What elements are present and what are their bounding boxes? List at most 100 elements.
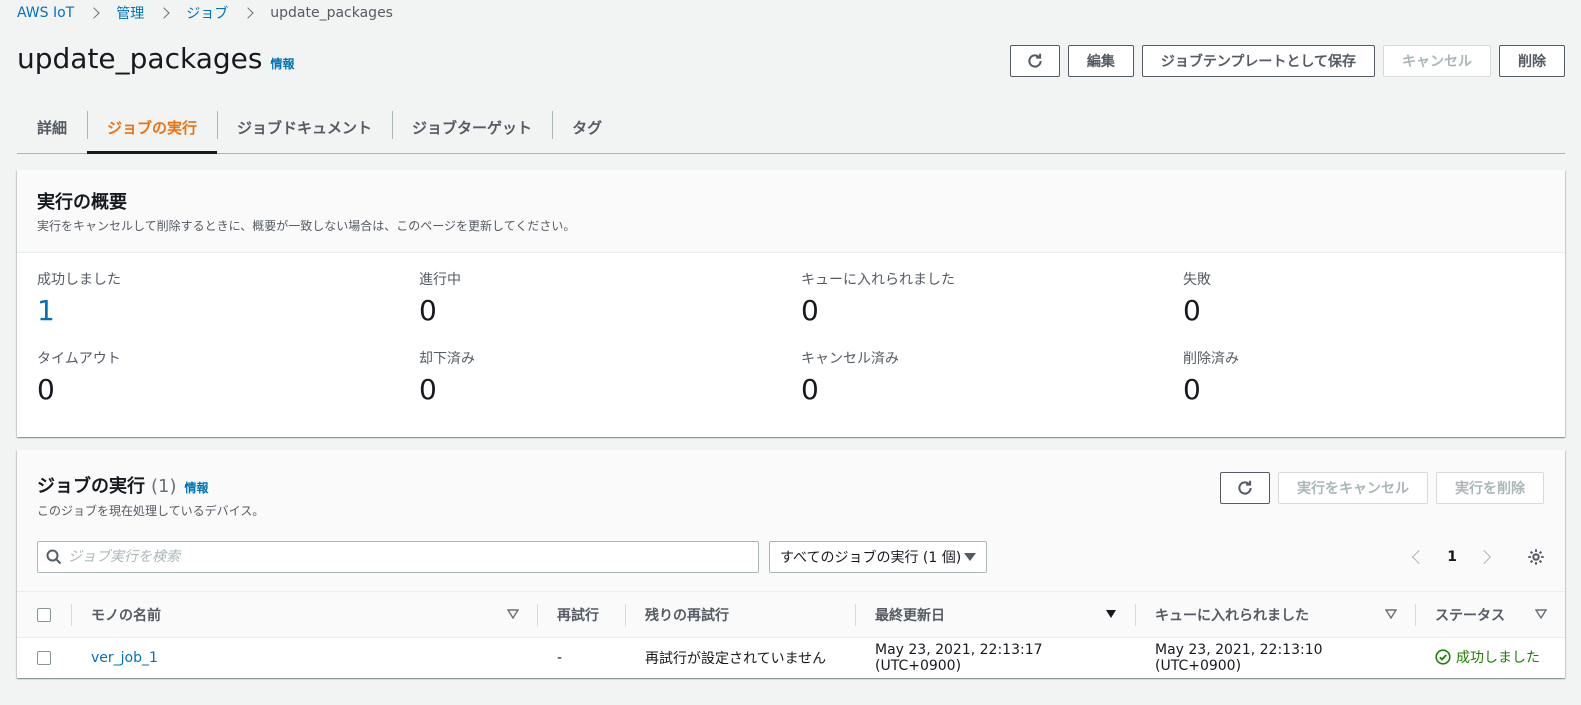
status-text: 成功しました <box>1456 649 1540 666</box>
search-input[interactable] <box>68 549 718 565</box>
save-template-button[interactable]: ジョブテンプレートとして保存 <box>1141 45 1375 77</box>
refresh-icon <box>1028 53 1042 68</box>
tab-job-executions[interactable]: ジョブの実行 <box>87 102 218 154</box>
cell-thing-name: ver_job_1 <box>71 638 537 678</box>
execution-filter-value: すべてのジョブの実行 (1 個) <box>780 550 962 566</box>
page-number[interactable]: 1 <box>1447 549 1457 565</box>
executions-title-text: ジョブの実行 <box>37 476 145 497</box>
info-link[interactable]: 情報 <box>185 479 209 496</box>
cell-last-updated: May 23, 2021, 22:13:17 (UTC+0900) <box>875 641 1043 674</box>
chevron-right-icon <box>88 6 102 20</box>
delete-execution-button[interactable]: 実行を削除 <box>1436 472 1544 504</box>
sort-descending-icon <box>1106 610 1116 618</box>
chevron-left-icon[interactable] <box>1407 546 1429 568</box>
gear-icon[interactable] <box>1527 548 1545 566</box>
stat-value-link[interactable]: 1 <box>37 294 419 334</box>
stat-deleted: 削除済み 0 <box>1183 348 1565 413</box>
breadcrumb-aws-iot[interactable]: AWS IoT <box>17 5 74 21</box>
stat-in-progress: 進行中 0 <box>419 269 801 334</box>
cell-queued: May 23, 2021, 22:13:10 (UTC+0900) <box>1155 641 1323 674</box>
cancel-button[interactable]: キャンセル <box>1383 45 1491 77</box>
column-label: キューに入れられました <box>1155 607 1309 624</box>
stat-label: 進行中 <box>419 272 461 288</box>
stat-canceled: キャンセル済み 0 <box>801 348 1183 413</box>
success-check-icon <box>1435 649 1451 665</box>
executions-description: このジョブを現在処理しているデバイス。 <box>37 504 265 518</box>
summary-title: 実行の概要 <box>37 192 127 213</box>
stat-value: 0 <box>419 294 437 327</box>
stat-label: 削除済み <box>1183 351 1239 367</box>
executions-count: (1) <box>151 476 177 497</box>
refresh-executions-button[interactable] <box>1220 472 1270 504</box>
edit-button[interactable]: 編集 <box>1067 45 1134 77</box>
cell-status: 成功しました <box>1415 638 1565 678</box>
caret-down-icon <box>964 553 976 561</box>
search-box <box>37 541 759 573</box>
row-select-cell <box>17 638 71 678</box>
chevron-right-icon[interactable] <box>1475 546 1497 568</box>
sort-icon <box>507 609 519 619</box>
column-last-updated[interactable]: 最終更新日 <box>855 592 1135 638</box>
column-remaining-retry: 残りの再試行 <box>625 592 855 638</box>
stat-label: キャンセル済み <box>801 351 899 367</box>
summary-stats: 成功しました 1 進行中 0 キューに入れられました 0 失敗 0 タイムアウト… <box>17 253 1565 413</box>
tab-job-document[interactable]: ジョブドキュメント <box>217 102 392 153</box>
stat-label: キューに入れられました <box>801 272 955 288</box>
column-label: 残りの再試行 <box>645 607 729 624</box>
breadcrumb-manage[interactable]: 管理 <box>116 3 144 23</box>
column-label: 最終更新日 <box>875 607 945 624</box>
page-title: update_packages 情報 <box>17 42 294 75</box>
breadcrumb: AWS IoT 管理 ジョブ update_packages <box>17 4 393 22</box>
column-thing-name[interactable]: モノの名前 <box>71 592 537 638</box>
refresh-icon <box>1238 480 1252 495</box>
stat-value: 0 <box>801 294 819 327</box>
tab-details[interactable]: 詳細 <box>17 102 87 153</box>
stat-value: 0 <box>419 373 437 406</box>
cancel-execution-button[interactable]: 実行をキャンセル <box>1278 472 1428 504</box>
chevron-right-icon <box>242 6 256 20</box>
tab-job-targets[interactable]: ジョブターゲット <box>392 102 552 153</box>
summary-header: 実行の概要 実行をキャンセルして削除するときに、概要が一致しない場合は、このペー… <box>17 170 1565 253</box>
table-row: ver_job_1 - 再試行が設定されていません May 23, 2021, … <box>17 638 1565 678</box>
header-actions: 編集 ジョブテンプレートとして保存 キャンセル 削除 <box>1009 45 1565 77</box>
select-all-checkbox[interactable] <box>37 607 51 622</box>
tab-bar: 詳細 ジョブの実行 ジョブドキュメント ジョブターゲット タグ <box>17 102 1565 154</box>
column-label: モノの名前 <box>91 607 161 624</box>
select-all-cell <box>17 592 71 638</box>
refresh-button[interactable] <box>1009 45 1060 77</box>
stat-label: タイムアウト <box>37 351 121 367</box>
search-icon <box>46 549 62 565</box>
page-title-text: update_packages <box>17 42 263 75</box>
executions-actions: 実行をキャンセル 実行を削除 <box>1220 472 1544 504</box>
column-retry: 再試行 <box>537 592 625 638</box>
stat-value: 0 <box>1183 294 1201 327</box>
pagination: 1 <box>1407 541 1545 573</box>
stat-label: 却下済み <box>419 351 475 367</box>
sort-icon <box>1385 609 1397 619</box>
row-checkbox[interactable] <box>37 650 51 665</box>
job-executions-panel: ジョブの実行 (1) 情報 このジョブを現在処理しているデバイス。 実行をキャン… <box>17 450 1565 678</box>
stat-queued: キューに入れられました 0 <box>801 269 1183 334</box>
stat-succeeded: 成功しました 1 <box>37 269 419 334</box>
column-label: ステータス <box>1435 607 1505 624</box>
status-badge: 成功しました <box>1435 647 1540 667</box>
stat-rejected: 却下済み 0 <box>419 348 801 413</box>
tab-tags[interactable]: タグ <box>552 102 622 153</box>
execution-filter-select[interactable]: すべてのジョブの実行 (1 個) <box>769 541 987 573</box>
column-queued[interactable]: キューに入れられました <box>1135 592 1415 638</box>
cell-remaining-retry: 再試行が設定されていません <box>645 650 827 667</box>
info-link[interactable]: 情報 <box>270 55 294 72</box>
executions-header: ジョブの実行 (1) 情報 このジョブを現在処理しているデバイス。 実行をキャン… <box>17 450 1565 533</box>
stat-failed: 失敗 0 <box>1183 269 1565 334</box>
summary-description: 実行をキャンセルして削除するときに、概要が一致しない場合は、このページを更新して… <box>37 219 576 233</box>
stat-value: 0 <box>801 373 819 406</box>
table-header-row: モノの名前 再試行 残りの再試行 最終更新日 キューに入れられました ステータス <box>17 591 1565 638</box>
executions-table: モノの名前 再試行 残りの再試行 最終更新日 キューに入れられました ステータス <box>17 591 1565 678</box>
filter-bar: すべてのジョブの実行 (1 個) 1 <box>17 533 1565 591</box>
stat-value: 0 <box>37 373 55 406</box>
column-status[interactable]: ステータス <box>1415 592 1565 638</box>
breadcrumb-jobs[interactable]: ジョブ <box>186 3 228 23</box>
thing-name-link[interactable]: ver_job_1 <box>91 650 158 666</box>
delete-button[interactable]: 削除 <box>1499 45 1565 77</box>
stat-timed-out: タイムアウト 0 <box>37 348 419 413</box>
